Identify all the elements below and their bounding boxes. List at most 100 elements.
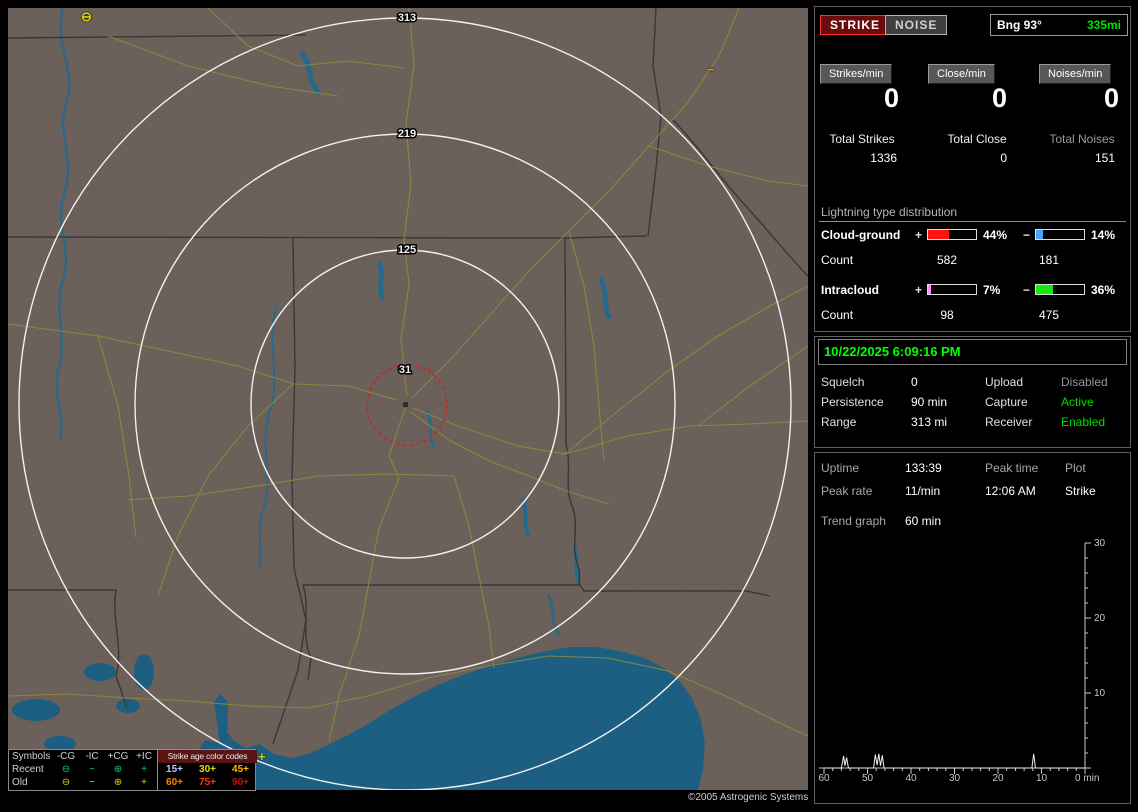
stats-row: Trend graph 60 min (815, 514, 1130, 530)
x-tick-20: 20 (992, 773, 1004, 784)
trend-line (824, 753, 1085, 769)
datetime-display: 10/22/2025 6:09:16 PM (818, 339, 1127, 365)
strike-tab-button[interactable]: STRIKE (820, 15, 891, 35)
legend-col-neg-ic: -IC (85, 751, 99, 762)
total-close-value: 0 (1000, 151, 1007, 165)
squelch-label: Squelch (821, 375, 865, 389)
range-label: Range (821, 415, 857, 429)
x-tick-10: 10 (1036, 773, 1048, 784)
y-tick-20: 20 (1094, 613, 1106, 624)
total-strikes-label: Total Strikes (829, 132, 895, 146)
recent-pos-cg-icon: ⊕ (113, 764, 123, 775)
plot-label: Plot (1065, 461, 1086, 475)
age-15: 15+ (166, 764, 183, 775)
map-view[interactable]: 313 219 125 31 ⊖ − + Symbols -CG -IC +CG… (2, 7, 809, 791)
close-per-min-value: 0 (991, 83, 1007, 113)
age-30: 30+ (199, 764, 216, 775)
strikes-per-min-value: 0 (883, 83, 899, 113)
status-panel: 10/22/2025 6:09:16 PM Squelch 0 Upload D… (814, 336, 1131, 448)
bearing-distance: 335mi (1086, 18, 1121, 32)
total-close-label: Total Close (947, 132, 1007, 146)
plot-value: Strike (1065, 484, 1096, 498)
squelch-value: 0 (911, 375, 918, 389)
peak-rate-value: 11/min (905, 484, 941, 498)
y-tick-10: 10 (1094, 688, 1106, 699)
trend-graph: 60 50 40 30 20 10 0 min 30 20 10 (818, 538, 1106, 784)
x-tick-50: 50 (862, 773, 874, 784)
y-tick-30: 30 (1094, 538, 1106, 549)
age-90: 90+ (232, 777, 249, 788)
ring-label-125: 125 (398, 244, 416, 256)
upload-status: Disabled (1061, 375, 1108, 389)
divider (819, 221, 1126, 222)
strikes-per-min-chip[interactable]: Strikes/min (820, 64, 893, 84)
cg-negative-bar (1035, 229, 1085, 240)
ic-negative-bar (1035, 284, 1085, 295)
copyright-text: ©2005 Astrogenic Systems (688, 792, 809, 803)
cg-positive-pct: 44% (983, 228, 1008, 242)
strike-age-header: Strike age color codes (158, 750, 257, 763)
receiver-status: Enabled (1061, 415, 1106, 429)
legend-col-pos-cg: +CG (107, 751, 129, 762)
age-45: 45+ (232, 764, 249, 775)
range-value: 313 mi (911, 415, 948, 429)
recent-pos-ic-icon: + (141, 764, 147, 775)
ring-label-31: 31 (399, 364, 411, 376)
old-neg-ic-icon: − (89, 777, 95, 788)
noise-tab-button[interactable]: NOISE (885, 15, 948, 35)
ic-negative-pct: 36% (1091, 283, 1116, 297)
persistence-value: 90 min (911, 395, 948, 409)
x-tick-30: 30 (949, 773, 961, 784)
stats-row: Peak rate 11/min 12:06 AM Strike (815, 484, 1130, 500)
peak-rate-label: Peak rate (821, 484, 873, 498)
cg-negative-pct: 14% (1091, 228, 1116, 242)
cg-count-label: Count (821, 253, 854, 267)
plus-sign: + (915, 228, 923, 242)
bearing-range-display[interactable]: Bng 93° 335mi (990, 14, 1128, 36)
minus-sign: − (1023, 283, 1031, 297)
close-per-min-chip[interactable]: Close/min (928, 64, 995, 84)
legend-col-pos-ic: +IC (136, 751, 152, 762)
status-row: Range 313 mi Receiver Enabled (815, 415, 1130, 431)
ic-positive-pct: 7% (983, 283, 1001, 297)
legend-symbols-header: Symbols (12, 751, 51, 762)
status-row: Squelch 0 Upload Disabled (815, 375, 1130, 391)
age-75: 75+ (199, 777, 216, 788)
uptime-label: Uptime (821, 461, 860, 475)
peak-time-value: 12:06 AM (985, 484, 1036, 498)
strike-symbol: − (707, 62, 715, 77)
ring-label-313: 313 (398, 12, 416, 24)
cloud-ground-label: Cloud-ground (821, 228, 901, 242)
legend-row-recent-label: Recent (12, 764, 44, 775)
noises-per-min-chip[interactable]: Noises/min (1039, 64, 1112, 84)
status-row: Persistence 90 min Capture Active (815, 395, 1130, 411)
legend-row-old-label: Old (12, 777, 28, 788)
ic-negative-count: 475 (1038, 308, 1060, 322)
total-strikes-value: 1336 (870, 151, 897, 165)
recent-neg-ic-icon: − (89, 764, 95, 775)
capture-label: Capture (985, 395, 1028, 409)
receiver-label: Receiver (985, 415, 1033, 429)
strike-symbol: ⊖ (81, 9, 92, 24)
peak-time-label: Peak time (985, 461, 1039, 475)
strike-symbol: + (258, 749, 266, 764)
bearing-value: Bng 93° (997, 18, 1042, 32)
recent-neg-cg-icon: ⊖ (61, 764, 71, 775)
ring-label-219: 219 (398, 128, 416, 140)
map-legend: Symbols -CG -IC +CG +IC Recent ⊖ − ⊕ + O… (8, 749, 257, 791)
ic-positive-count: 98 (940, 308, 954, 322)
x-tick-40: 40 (905, 773, 917, 784)
ic-count-label: Count (821, 308, 854, 322)
cg-positive-bar (927, 229, 977, 240)
old-neg-cg-icon: ⊖ (61, 777, 71, 788)
trend-graph-label: Trend graph (821, 514, 886, 528)
total-noises-value: 151 (1094, 151, 1115, 165)
plus-sign: + (915, 283, 923, 297)
distribution-title: Lightning type distribution (821, 205, 958, 219)
age-60: 60+ (166, 777, 183, 788)
sensor-marker (403, 402, 408, 407)
stats-row: Uptime 133:39 Peak time Plot (815, 461, 1130, 477)
old-pos-ic-icon: + (141, 777, 147, 788)
persistence-label: Persistence (821, 395, 884, 409)
legend-col-neg-cg: -CG (56, 751, 76, 762)
